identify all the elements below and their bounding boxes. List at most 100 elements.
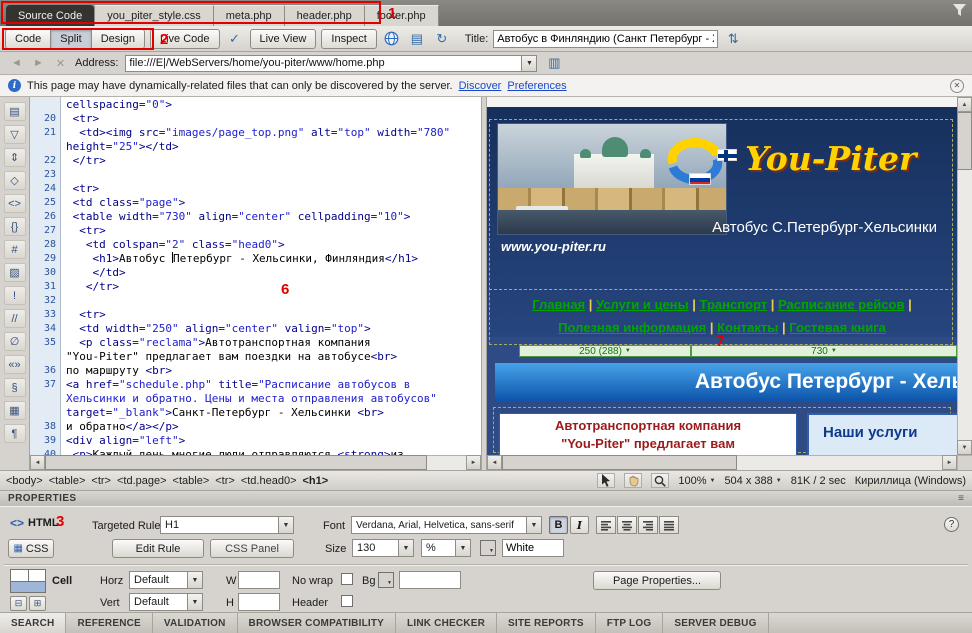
- tag-selector-item[interactable]: <tr>: [215, 475, 235, 487]
- page-heading[interactable]: Автобус Петербург - Хельсинки: [695, 370, 957, 394]
- nav-link[interactable]: Гостевая книга: [789, 320, 886, 335]
- tag-selector-item[interactable]: <tr>: [91, 475, 111, 487]
- table-menu-icon[interactable]: ▼: [831, 348, 837, 354]
- zoom-level-select[interactable]: 100% ▼: [678, 473, 715, 489]
- code-line[interactable]: 32: [30, 294, 481, 308]
- column-menu-icon[interactable]: ▼: [625, 348, 631, 354]
- code-line[interactable]: Хельсинки и обратно. Цены и места отправ…: [30, 392, 481, 406]
- chevron-down-icon[interactable]: ▼: [278, 517, 293, 533]
- filter-related-files-icon[interactable]: [953, 4, 966, 19]
- design-vertical-scrollbar[interactable]: ▲ ▼: [957, 97, 972, 455]
- align-right-icon[interactable]: [638, 516, 658, 534]
- cell-width-input[interactable]: [238, 571, 280, 589]
- vert-align-select[interactable]: Default ▼: [129, 593, 203, 611]
- results-tab[interactable]: BROWSER COMPATIBILITY: [238, 613, 397, 633]
- results-tab[interactable]: VALIDATION: [153, 613, 238, 633]
- scroll-left-icon[interactable]: ◄: [487, 455, 502, 470]
- refresh-design-view-icon[interactable]: ↻: [432, 29, 452, 49]
- window-size-select[interactable]: 504 x 388 ▼: [724, 473, 781, 489]
- format-source-code-icon[interactable]: ¶: [4, 424, 26, 443]
- related-file-tab[interactable]: meta.php: [214, 5, 285, 26]
- column-width-indicator[interactable]: 250 (288) ▼: [519, 345, 691, 357]
- text-color-name-input[interactable]: [502, 539, 564, 557]
- forward-icon[interactable]: ►: [31, 56, 46, 71]
- wrap-tag-icon[interactable]: «»: [4, 355, 26, 374]
- hand-tool-icon[interactable]: [624, 473, 642, 488]
- validate-markup-icon[interactable]: ▤: [407, 29, 427, 49]
- scroll-up-icon[interactable]: ▲: [957, 97, 972, 112]
- line-numbers-icon[interactable]: #: [4, 240, 26, 259]
- chevron-down-icon[interactable]: ▼: [187, 572, 202, 588]
- help-icon[interactable]: ?: [944, 517, 959, 532]
- scrollbar-thumb[interactable]: [957, 112, 972, 170]
- nav-link[interactable]: Главная: [532, 297, 585, 312]
- code-line[interactable]: 39<div align="left">: [30, 434, 481, 448]
- code-line[interactable]: 28 <td colspan="2" class="head0">: [30, 238, 481, 252]
- split-cell-icon[interactable]: ⊞: [29, 596, 46, 611]
- code-line[interactable]: 29 <h1>Автобус Петербург - Хельсинки, Фи…: [30, 252, 481, 266]
- code-line[interactable]: 26 <table width="730" align="center" cel…: [30, 210, 481, 224]
- text-color-swatch[interactable]: ▼: [480, 540, 496, 556]
- edit-rule-button[interactable]: Edit Rule: [112, 539, 204, 558]
- address-input[interactable]: [126, 56, 521, 71]
- nav-link[interactable]: Транспорт: [700, 297, 768, 312]
- code-line[interactable]: 22 </tr>: [30, 154, 481, 168]
- code-line[interactable]: 24 <tr>: [30, 182, 481, 196]
- tag-selector-item[interactable]: <td.head0>: [241, 475, 297, 487]
- no-wrap-checkbox[interactable]: [341, 573, 353, 585]
- zoom-tool-icon[interactable]: [651, 473, 669, 488]
- html-mode-button[interactable]: <> HTML: [10, 516, 59, 530]
- code-line[interactable]: cellspacing="0">: [30, 98, 481, 112]
- tag-selector-item[interactable]: <body>: [6, 475, 43, 487]
- bg-color-input[interactable]: [399, 571, 461, 589]
- align-justify-icon[interactable]: [659, 516, 679, 534]
- tag-selector-item[interactable]: <td.page>: [117, 475, 167, 487]
- nav-link[interactable]: Расписание рейсов: [778, 297, 904, 312]
- chevron-down-icon[interactable]: ▼: [455, 540, 470, 556]
- scrollbar-thumb[interactable]: [502, 455, 737, 470]
- nav-link[interactable]: Контакты: [717, 320, 778, 335]
- preview-in-browser-icon[interactable]: [382, 29, 402, 49]
- font-select[interactable]: Verdana, Arial, Helvetica, sans-serif ▼: [351, 516, 542, 534]
- back-icon[interactable]: ◄: [9, 56, 24, 71]
- code-line[interactable]: target="_blank">Санкт-Петербург - Хельси…: [30, 406, 481, 420]
- code-editor[interactable]: cellspacing="0">20 <tr>21 <td><img src="…: [30, 98, 481, 455]
- scroll-right-icon[interactable]: ►: [466, 455, 481, 470]
- tag-selector-item[interactable]: <h1>: [303, 475, 329, 487]
- select-parent-tag-icon[interactable]: <>: [4, 194, 26, 213]
- scrollbar-thumb[interactable]: [45, 455, 427, 470]
- bg-color-swatch[interactable]: ▼: [378, 572, 394, 588]
- code-line[interactable]: 31 </tr>: [30, 280, 481, 294]
- italic-button[interactable]: I: [570, 516, 589, 534]
- select-tool-icon[interactable]: [597, 473, 615, 488]
- source-code-tab[interactable]: Source Code: [6, 5, 94, 26]
- close-info-bar-icon[interactable]: ✕: [950, 79, 964, 93]
- expand-all-icon[interactable]: ◇: [4, 171, 26, 190]
- chevron-down-icon[interactable]: ▼: [526, 517, 541, 533]
- code-line[interactable]: 27 <tr>: [30, 224, 481, 238]
- collapse-full-tag-icon[interactable]: ▽: [4, 125, 26, 144]
- code-line[interactable]: 20 <tr>: [30, 112, 481, 126]
- collapse-selection-icon[interactable]: ⇕: [4, 148, 26, 167]
- results-tab[interactable]: SITE REPORTS: [497, 613, 596, 633]
- css-panel-button[interactable]: CSS Panel: [210, 539, 294, 558]
- code-line[interactable]: 40 <p>Каждый день многие люди отправляют…: [30, 448, 481, 455]
- split-view-button[interactable]: Split: [50, 29, 90, 49]
- code-line[interactable]: 30 </td>: [30, 266, 481, 280]
- panel-menu-icon[interactable]: ≡: [958, 493, 964, 504]
- bold-button[interactable]: B: [549, 516, 568, 534]
- address-dropdown-icon[interactable]: ▼: [521, 56, 536, 71]
- horz-align-select[interactable]: Default ▼: [129, 571, 203, 589]
- syntax-error-alerts-icon[interactable]: !: [4, 286, 26, 305]
- properties-panel-header[interactable]: PROPERTIES ≡: [0, 490, 972, 506]
- scroll-left-icon[interactable]: ◄: [30, 455, 45, 470]
- results-tab[interactable]: SERVER DEBUG: [663, 613, 768, 633]
- check-browser-compatibility-icon[interactable]: ✓: [225, 29, 245, 49]
- discover-link[interactable]: Discover: [459, 80, 502, 92]
- css-mode-button[interactable]: ▦ CSS: [8, 539, 54, 558]
- code-line[interactable]: 38и обратно</a></p>: [30, 420, 481, 434]
- code-line[interactable]: 21 <td><img src="images/page_top.png" al…: [30, 126, 481, 140]
- tag-selector-item[interactable]: <table>: [49, 475, 86, 487]
- balance-braces-icon[interactable]: {}: [4, 217, 26, 236]
- code-line[interactable]: "You-Piter" предлагает вам поездки на ав…: [30, 350, 481, 364]
